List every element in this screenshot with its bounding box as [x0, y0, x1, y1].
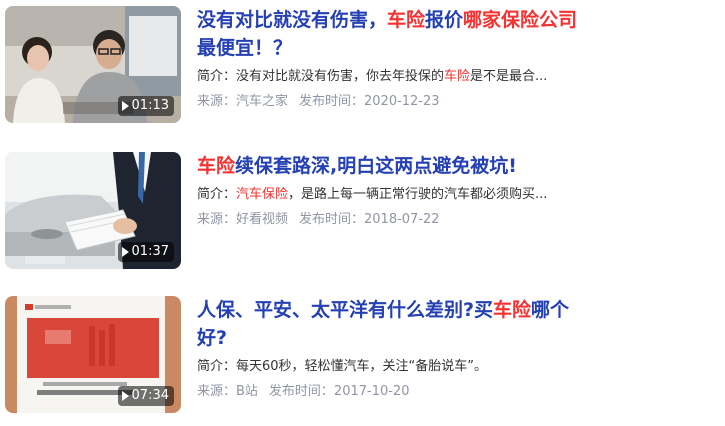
result-title[interactable]: 车险续保套路深,明白这两点避免被坑!: [197, 152, 587, 180]
summary-highlight: 汽车保险: [236, 187, 289, 202]
result-summary: 简介：每天60秒，轻松懂汽车，关注“备胎说车”。: [197, 357, 587, 377]
publish-date: 发布时间：2020-12-23: [299, 94, 440, 109]
result-info: 没有对比就没有伤害，车险报价哪家保险公司最便宜！？ 简介：没有对比就没有伤害，你…: [197, 6, 587, 112]
video-thumbnail-two-hosts-icon[interactable]: 01:13: [5, 6, 181, 123]
play-icon: [121, 247, 129, 257]
title-part: 报价: [425, 9, 464, 31]
video-result-3[interactable]: 07:34 人保、平安、太平洋有什么差别?买车险哪个好? 简介：每天60秒，轻松…: [5, 296, 605, 414]
summary-part: ，是路上每一辆正常行驶的汽车都必须购买...: [288, 187, 548, 202]
title-part: 续保套路深,明白这两点避免被坑!: [235, 155, 517, 177]
duration-text: 01:13: [131, 98, 169, 113]
duration-badge: 01:13: [117, 96, 174, 116]
summary-highlight: 车险: [444, 69, 471, 84]
result-meta: 来源：汽车之家 发布时间：2020-12-23: [197, 92, 587, 112]
result-summary: 简介：没有对比就没有伤害，你去年投保的车险是不是最合...: [197, 67, 587, 87]
result-summary: 简介：汽车保险，是路上每一辆正常行驶的汽车都必须购买...: [197, 185, 587, 205]
result-info: 车险续保套路深,明白这两点避免被坑! 简介：汽车保险，是路上每一辆正常行驶的汽车…: [197, 152, 587, 230]
title-part: 没有对比就没有伤害，: [197, 9, 388, 31]
video-thumbnail-car-document-icon[interactable]: 01:37: [5, 152, 181, 269]
title-highlight: 车险: [387, 9, 426, 31]
duration-text: 07:34: [131, 388, 169, 403]
source-text: 来源：B站: [197, 384, 258, 399]
result-meta: 来源：好看视频 发布时间：2018-07-22: [197, 210, 587, 230]
result-info: 人保、平安、太平洋有什么差别?买车险哪个好? 简介：每天60秒，轻松懂汽车，关注…: [197, 296, 587, 402]
result-title[interactable]: 人保、平安、太平洋有什么差别?买车险哪个好?: [197, 296, 587, 352]
video-result-2[interactable]: 01:37 车险续保套路深,明白这两点避免被坑! 简介：汽车保险，是路上每一辆正…: [5, 152, 605, 270]
play-icon: [121, 391, 129, 401]
play-icon: [121, 101, 129, 111]
summary-part: 是不是最合...: [470, 69, 548, 84]
duration-text: 01:37: [131, 244, 169, 259]
duration-badge: 07:34: [117, 386, 174, 406]
summary-part: 简介：每天60秒，轻松懂汽车，关注“备胎说车”。: [197, 359, 488, 374]
summary-part: 简介：: [197, 187, 237, 202]
source-text: 来源：汽车之家: [197, 94, 289, 109]
publish-date: 发布时间：2018-07-22: [299, 212, 440, 227]
title-highlight: 车险: [493, 299, 532, 321]
title-highlight: 哪家保险公司: [463, 9, 578, 31]
title-highlight: 车险: [197, 155, 236, 177]
video-thumbnail-policy-document-icon[interactable]: 07:34: [5, 296, 181, 413]
source-text: 来源：好看视频: [197, 212, 289, 227]
result-title[interactable]: 没有对比就没有伤害，车险报价哪家保险公司最便宜！？: [197, 6, 587, 62]
summary-part: 简介：没有对比就没有伤害，你去年投保的: [197, 69, 445, 84]
video-result-1[interactable]: 01:13 没有对比就没有伤害，车险报价哪家保险公司最便宜！？ 简介：没有对比就…: [5, 6, 605, 124]
title-part: 最便宜！？: [197, 37, 293, 59]
duration-badge: 01:37: [117, 242, 174, 262]
publish-date: 发布时间：2017-10-20: [268, 384, 410, 399]
title-part: 人保、平安、太平洋有什么差别?买: [197, 299, 494, 321]
result-meta: 来源：B站 发布时间：2017-10-20: [197, 382, 587, 402]
